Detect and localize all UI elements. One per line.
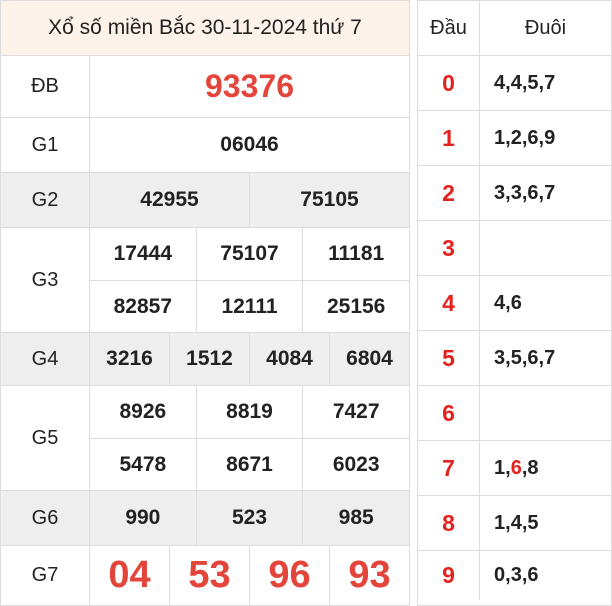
prize-number-g3: 25156 [326, 294, 386, 318]
loto-row: 7 1,6,8 [418, 441, 611, 496]
prize-row-g6: G6 990 523 985 [1, 491, 410, 546]
prize-label-g4: G4 [1, 333, 90, 385]
loto-row: 44,6 [418, 276, 611, 331]
prize-number-g4: 4084 [250, 333, 330, 385]
loto-tail-digits: 1,6,8 [494, 456, 539, 479]
prize-number-g4: 3216 [90, 333, 170, 385]
results-title: Xổ số miền Bắc 30-11-2024 thứ 7 [1, 1, 409, 56]
loto-tail-digits: 0,3,6 [494, 564, 539, 586]
prize-number-g6: 985 [303, 491, 410, 545]
prize-number-g3: 75107 [197, 228, 304, 280]
prize-row-g2: G2 42955 75105 [1, 173, 409, 228]
prize-number-g3: 12111 [197, 281, 304, 332]
prize-number-g6: 523 [196, 491, 304, 545]
prize-number-g3: 82857 [90, 281, 197, 332]
loto-tail-digits: 1,4,5 [494, 511, 539, 534]
prize-number-g5: 5478 [90, 439, 197, 490]
prize-number-g3: 11181 [328, 242, 385, 265]
loto-head-column-label: Đầu [418, 1, 480, 56]
prize-number-g4: 1512 [170, 333, 250, 385]
prize-number-g7: 93 [348, 554, 391, 596]
loto-tail-digits: 4,4,5,7 [494, 71, 556, 94]
prize-row-g1: G1 06046 [1, 118, 409, 173]
prize-number-g4: 6804 [330, 333, 409, 385]
prize-number-g3: 17444 [90, 228, 197, 280]
loto-head-digit: 8 [418, 496, 480, 550]
prize-number-g7: 04 [90, 546, 170, 605]
loto-head-digit: 6 [418, 386, 480, 440]
loto-row: 8 1,4,5 [418, 496, 611, 551]
prize-number-g6: 990 [90, 491, 197, 545]
prize-row-g7: G7 04 53 96 93 [1, 546, 409, 605]
loto-row: 3 [418, 221, 611, 276]
prize-row-g5: G5 8926 8819 7427 5478 8671 6023 [1, 386, 409, 491]
prize-number-g7: 96 [250, 546, 330, 605]
prize-number-db: 93376 [205, 68, 294, 104]
loto-tail-digits: 4,6 [494, 291, 522, 314]
loto-head-digit: 0 [418, 56, 480, 110]
prize-number-g1: 06046 [220, 133, 279, 156]
loto-tail-digits [480, 221, 611, 275]
loto-tail-digits: 3,5,6,7 [494, 346, 556, 369]
loto-tail-digits [480, 386, 611, 440]
loto-row: 6 [418, 386, 611, 441]
loto-tail-column-label: Đuôi [524, 17, 567, 39]
loto-row: 1 1,2,6,9 [418, 111, 611, 166]
prize-number-g2: 42955 [90, 173, 250, 227]
prize-label-g6: G6 [1, 491, 90, 545]
loto-tail-digits: 3,3,6,7 [494, 181, 556, 204]
prize-row-g3: G3 17444 75107 11181 82857 12111 25156 [1, 228, 409, 333]
prize-row-db: ĐB 93376 [1, 56, 409, 118]
prize-label-db: ĐB [1, 56, 90, 117]
loto-tail-digits: 1,2,6,9 [494, 126, 556, 149]
prize-number-g7: 53 [170, 546, 250, 605]
prize-label-g2: G2 [1, 173, 90, 227]
loto-header: Đầu Đuôi [418, 1, 611, 56]
loto-head-digit: 5 [418, 331, 480, 385]
results-table: Xổ số miền Bắc 30-11-2024 thứ 7 ĐB 93376… [0, 0, 410, 606]
loto-head-digit: 2 [418, 166, 480, 220]
loto-head-digit: 4 [418, 276, 480, 330]
loto-row: 0 4,4,5,7 [418, 56, 611, 111]
prize-label-g5: G5 [1, 386, 90, 490]
loto-head-digit: 3 [418, 221, 480, 275]
prize-row-g4: G4 3216 1512 4084 6804 [1, 333, 409, 386]
prize-label-g1: G1 [1, 118, 90, 172]
loto-row: 2 3,3,6,7 [418, 166, 611, 221]
prize-number-g5: 8671 [197, 439, 304, 490]
loto-head-digit: 1 [418, 111, 480, 165]
loto-table: Đầu Đuôi 04,4,5,711,2,6,923,3,6,7344,653… [417, 0, 612, 606]
prize-number-g5: 8926 [90, 386, 197, 438]
prize-number-g5: 6023 [332, 452, 380, 476]
prize-label-g7: G7 [1, 546, 90, 605]
loto-row: 9 0,3,6 [418, 551, 611, 600]
prize-number-g5: 8819 [197, 386, 304, 438]
loto-row: 5 3,5,6,7 [418, 331, 611, 386]
prize-number-g5: 7427 [332, 400, 380, 423]
loto-head-digit: 9 [418, 551, 480, 600]
prize-number-g2: 75105 [250, 173, 409, 227]
prize-label-g3: G3 [1, 228, 90, 332]
loto-head-digit: 7 [418, 441, 480, 495]
